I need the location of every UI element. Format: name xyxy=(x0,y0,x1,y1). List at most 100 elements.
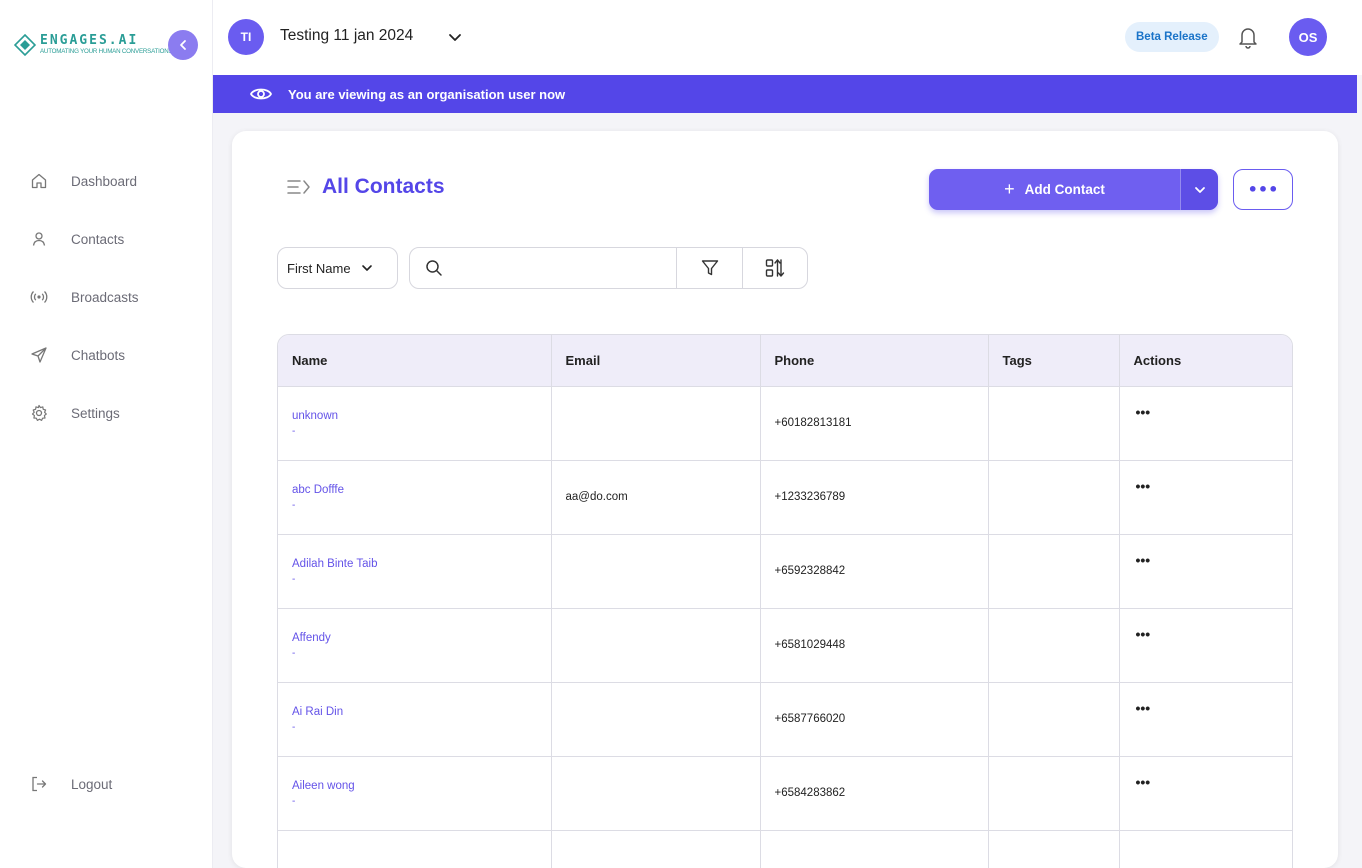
contact-sub: - xyxy=(292,721,296,733)
contact-email xyxy=(551,607,761,682)
contact-name-cell: unknown - xyxy=(278,385,552,460)
contact-tags xyxy=(988,459,1120,534)
table-row: Ai Rai Din - +6587766020 ••• xyxy=(278,681,1292,756)
sidebar-item-settings[interactable]: Settings xyxy=(0,384,213,442)
contact-tags xyxy=(988,533,1120,608)
sidebar-item-label: Broadcasts xyxy=(71,289,139,305)
brand-name: ENGAGES.AI xyxy=(40,33,139,49)
chevron-down-icon xyxy=(361,265,372,271)
contact-tags xyxy=(988,607,1120,682)
contact-name-link[interactable]: Ai Rai Din xyxy=(292,706,551,718)
table-row xyxy=(278,829,1292,868)
contact-name-link[interactable]: unknown xyxy=(292,410,551,422)
contact-sub: - xyxy=(292,795,296,807)
actions-cell: ••• xyxy=(1119,533,1292,608)
contact-sub: - xyxy=(292,499,296,511)
row-actions-button[interactable]: ••• xyxy=(1136,774,1151,790)
banner-text: You are viewing as an organisation user … xyxy=(288,86,566,102)
sort-icon xyxy=(765,259,785,277)
send-icon xyxy=(30,346,48,364)
logout-icon xyxy=(30,775,48,793)
column-header-actions: Actions xyxy=(1119,335,1292,386)
search-icon xyxy=(426,260,442,276)
broadcast-icon xyxy=(30,288,48,306)
actions-cell: ••• xyxy=(1119,459,1292,534)
add-contact-dropdown-button[interactable] xyxy=(1180,169,1218,210)
row-actions-button[interactable]: ••• xyxy=(1136,552,1151,568)
column-header-email[interactable]: Email xyxy=(551,335,761,386)
list-collapse-icon[interactable] xyxy=(286,177,312,197)
beta-release-badge: Beta Release xyxy=(1125,22,1219,52)
user-icon xyxy=(30,230,48,248)
table-row: abc Dofffe - aa@do.com +1233236789 ••• xyxy=(278,459,1292,534)
contact-tags xyxy=(988,755,1120,830)
filter-icon xyxy=(701,260,718,276)
contact-sub: - xyxy=(292,647,296,659)
row-actions-button[interactable]: ••• xyxy=(1136,626,1151,642)
add-contact-button[interactable]: + Add Contact xyxy=(929,169,1180,210)
bell-icon[interactable] xyxy=(1237,25,1259,49)
org-name[interactable]: Testing 11 jan 2024 xyxy=(280,27,413,45)
row-actions-button[interactable]: ••• xyxy=(1136,404,1151,420)
home-icon xyxy=(30,172,48,190)
chevron-down-icon[interactable] xyxy=(447,29,463,45)
sidebar-item-label: Chatbots xyxy=(71,347,126,363)
sidebar-item-label: Contacts xyxy=(71,231,125,247)
filter-button[interactable] xyxy=(677,248,742,288)
table-row: Adilah Binte Taib - +6592328842 ••• xyxy=(278,533,1292,608)
row-actions-button[interactable]: ••• xyxy=(1136,700,1151,716)
more-options-button[interactable]: ••• xyxy=(1233,169,1293,210)
search-field-value: First Name xyxy=(287,260,351,276)
page-title: All Contacts xyxy=(322,175,445,198)
contact-tags xyxy=(988,681,1120,756)
table-header-row: Name Email Phone Tags Actions xyxy=(278,335,1292,386)
contact-phone: +6592328842 xyxy=(760,533,989,608)
actions-cell: ••• xyxy=(1119,755,1292,830)
logout-button[interactable]: Logout xyxy=(0,755,213,813)
contact-name-cell: abc Dofffe - xyxy=(278,459,552,534)
contacts-card: All Contacts + Add Contact ••• First Nam… xyxy=(232,131,1338,868)
plus-icon: + xyxy=(1004,179,1015,199)
top-bar: TI Testing 11 jan 2024 Beta Release OS xyxy=(213,0,1362,75)
contact-sub: - xyxy=(292,425,296,437)
contacts-table: Name Email Phone Tags Actions unknown - +… xyxy=(277,334,1293,868)
column-header-phone[interactable]: Phone xyxy=(760,335,989,386)
contact-email: aa@do.com xyxy=(551,459,761,534)
add-contact-label: Add Contact xyxy=(1024,182,1105,197)
contact-name-link[interactable]: Affendy xyxy=(292,632,551,644)
brand-logo[interactable]: ENGAGES.AI AUTOMATING YOUR HUMAN CONVERS… xyxy=(14,33,173,56)
row-actions-button[interactable]: ••• xyxy=(1136,478,1151,494)
collapse-sidebar-button[interactable] xyxy=(168,30,198,60)
table-row: unknown - +60182813181 ••• xyxy=(278,385,1292,460)
column-header-tags[interactable]: Tags xyxy=(988,335,1120,386)
contact-phone: +6581029448 xyxy=(760,607,989,682)
logout-label: Logout xyxy=(71,776,113,792)
search-box xyxy=(410,248,678,288)
gear-icon xyxy=(30,404,48,422)
chevron-down-icon xyxy=(1194,186,1205,193)
contact-name-link[interactable]: Aileen wong xyxy=(292,780,551,792)
sort-button[interactable] xyxy=(742,248,807,288)
contact-email xyxy=(551,681,761,756)
sidebar-item-contacts[interactable]: Contacts xyxy=(0,210,213,268)
sidebar-item-chatbots[interactable]: Chatbots xyxy=(0,326,213,384)
search-input[interactable] xyxy=(451,260,671,276)
sidebar-item-label: Dashboard xyxy=(71,173,138,189)
actions-cell: ••• xyxy=(1119,607,1292,682)
contact-name-link[interactable]: Adilah Binte Taib xyxy=(292,558,551,570)
sidebar-item-broadcasts[interactable]: Broadcasts xyxy=(0,268,213,326)
contact-phone: +6587766020 xyxy=(760,681,989,756)
search-field-select[interactable]: First Name xyxy=(277,247,398,289)
contact-name-cell: Aileen wong - xyxy=(278,755,552,830)
actions-cell: ••• xyxy=(1119,385,1292,460)
contact-tags xyxy=(988,385,1120,460)
org-view-banner: You are viewing as an organisation user … xyxy=(213,75,1357,113)
eye-icon xyxy=(249,88,273,100)
sidebar: ENGAGES.AI AUTOMATING YOUR HUMAN CONVERS… xyxy=(0,0,213,868)
user-avatar[interactable]: OS xyxy=(1289,18,1327,56)
contact-email xyxy=(551,755,761,830)
table-row: Affendy - +6581029448 ••• xyxy=(278,607,1292,682)
column-header-name[interactable]: Name xyxy=(278,335,552,386)
contact-name-link[interactable]: abc Dofffe xyxy=(292,484,551,496)
sidebar-item-dashboard[interactable]: Dashboard xyxy=(0,152,213,210)
